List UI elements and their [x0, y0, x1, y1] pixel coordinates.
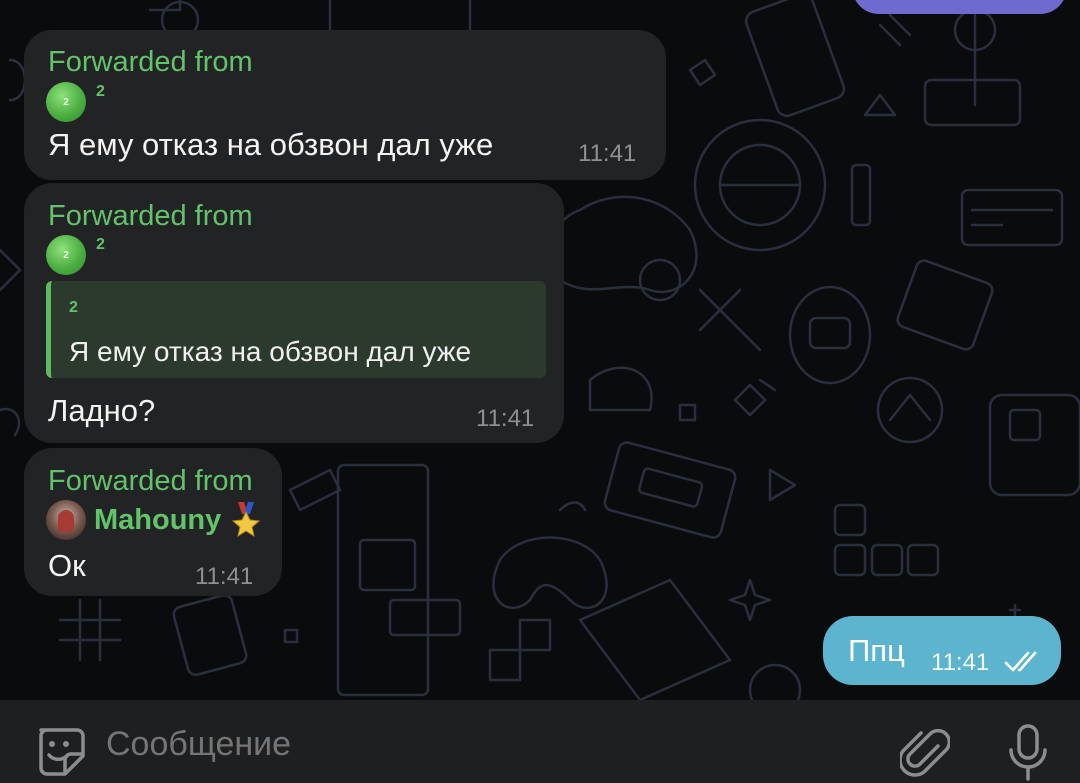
message-bubble[interactable]: Forwarded from 2 2 Я ему отказ на обзвон… [24, 30, 666, 180]
forward-source[interactable]: Mahouny [46, 500, 261, 540]
message-text: Ладно? [48, 393, 156, 428]
reply-quote[interactable]: 2 Я ему отказ на обзвон дал уже [46, 281, 546, 378]
source-name[interactable]: 2 [96, 83, 105, 101]
message-bubble[interactable]: Forwarded from 2 2 2 Я ему отказ на обзв… [24, 183, 564, 443]
avatar-figure [58, 510, 74, 532]
outgoing-message-bubble[interactable]: Ппц 11:41 [823, 616, 1061, 685]
source-name[interactable]: 2 [96, 236, 105, 254]
quote-text: Я ему отказ на обзвон дал уже [69, 336, 472, 367]
avatar[interactable]: 2 [46, 235, 86, 275]
forwarded-label: Forwarded from [48, 200, 253, 232]
forwarded-label: Forwarded from [48, 46, 253, 78]
paperclip-icon[interactable] [900, 724, 950, 782]
quote-author: 2 [69, 299, 78, 316]
message-input[interactable] [104, 718, 868, 770]
chat-background: Forwarded from 2 2 Я ему отказ на обзвон… [0, 0, 1080, 700]
forward-source[interactable]: 2 2 [46, 235, 105, 275]
forwarded-label: Forwarded from [48, 465, 253, 497]
medal-icon [232, 502, 261, 538]
message-bubble[interactable]: Forwarded from Mahouny Ок 11:41 [24, 448, 282, 596]
forward-source[interactable]: 2 2 [46, 82, 105, 122]
avatar[interactable]: 2 [46, 82, 86, 122]
microphone-icon[interactable] [1008, 724, 1048, 782]
message-time: 11:41 [195, 563, 254, 590]
message-text: Ок [48, 548, 86, 583]
message-time: 11:41 [931, 649, 990, 676]
message-time: 11:41 [578, 140, 637, 167]
double-check-icon [1004, 651, 1037, 672]
message-text: Ппц [848, 633, 905, 668]
outgoing-bubble-partial[interactable] [852, 0, 1067, 14]
source-name[interactable]: Mahouny [94, 504, 221, 537]
avatar[interactable] [46, 500, 86, 540]
message-text: Я ему отказ на обзвон дал уже [48, 127, 494, 162]
message-input-bar [0, 700, 1080, 783]
sticker-emoji-icon[interactable] [33, 724, 85, 776]
message-time: 11:41 [476, 405, 535, 432]
